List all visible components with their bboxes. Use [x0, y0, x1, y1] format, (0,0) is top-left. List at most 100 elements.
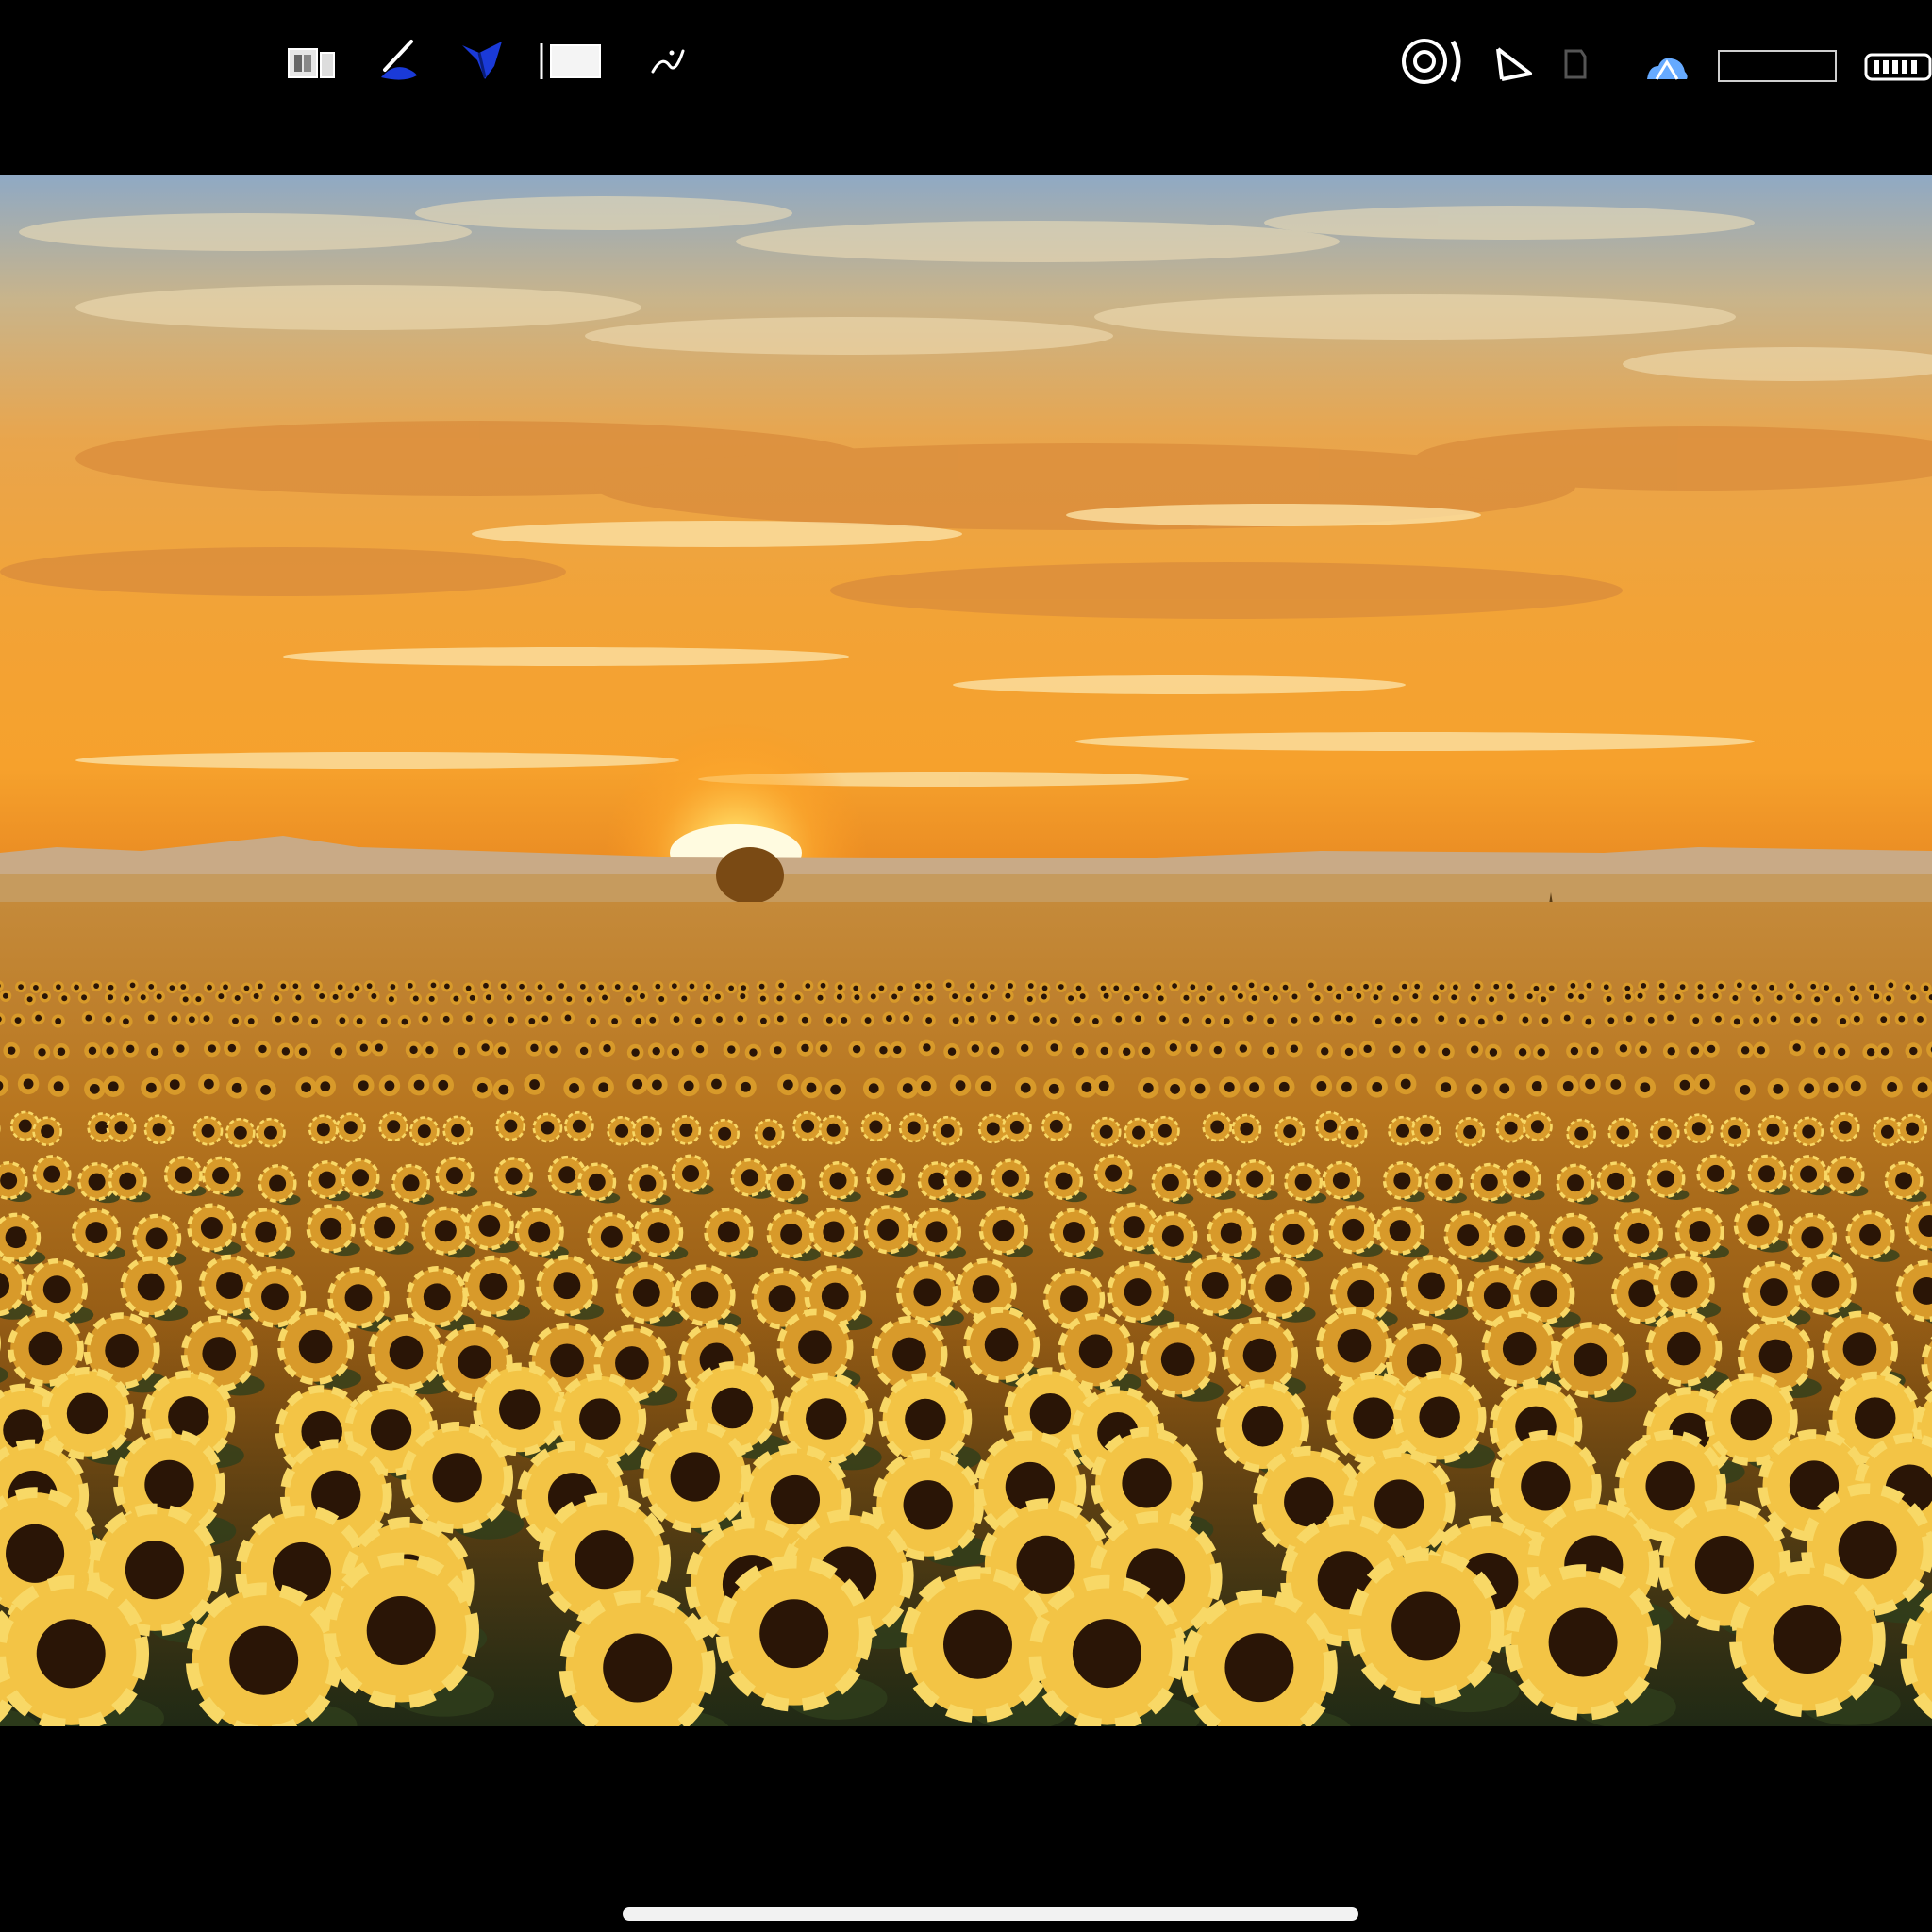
sunflower	[1821, 981, 1833, 993]
sunflower	[1002, 1112, 1032, 1142]
sunflower	[1372, 1014, 1386, 1028]
sunflower	[848, 1041, 865, 1058]
sunflower	[860, 1013, 875, 1027]
photo-viewer[interactable]	[0, 175, 1932, 1726]
sunflower	[334, 981, 346, 993]
sunflower	[709, 1118, 740, 1149]
sunflower	[254, 1041, 272, 1058]
sunflower	[837, 1013, 851, 1027]
cursor-icon[interactable]	[1494, 45, 1536, 83]
sunflower	[1456, 1013, 1470, 1027]
sunflower	[450, 992, 462, 1005]
sunflower	[1016, 1040, 1034, 1057]
sunflower	[1286, 1040, 1303, 1058]
status-box-icon[interactable]	[1717, 49, 1838, 83]
sunflower	[691, 1013, 706, 1028]
sunflower	[1150, 1115, 1180, 1146]
sunflower	[1846, 982, 1858, 994]
sunflower	[677, 1074, 700, 1097]
camera-icon[interactable]	[1400, 36, 1466, 87]
sunflower	[1792, 991, 1805, 1004]
sunflower	[0, 990, 12, 1002]
sunflower	[706, 1073, 727, 1095]
sunflower	[15, 981, 27, 993]
sunflower	[405, 1041, 423, 1058]
sunflower	[198, 1073, 220, 1095]
sunflower	[153, 991, 165, 1003]
sunflower	[1155, 992, 1167, 1005]
sunflower	[1055, 980, 1067, 992]
sunflower	[39, 990, 52, 1003]
sunflower	[1523, 1111, 1553, 1142]
sunflower	[442, 1115, 474, 1146]
sunflower	[1178, 1013, 1192, 1027]
brush-icon[interactable]	[460, 40, 506, 81]
sunflower	[924, 980, 936, 992]
sunflower	[1694, 981, 1707, 993]
sunflower	[1046, 1013, 1060, 1027]
sunflower	[800, 1076, 823, 1099]
sunflower	[1905, 1042, 1923, 1059]
sunflower	[974, 1075, 997, 1097]
sunflower	[792, 1110, 823, 1141]
sunflower	[1604, 1013, 1618, 1027]
sunflower	[563, 1110, 594, 1141]
home-indicator[interactable]	[623, 1907, 1358, 1921]
sunflower	[924, 991, 937, 1005]
sunflower	[1495, 1112, 1526, 1143]
sunflower	[310, 980, 323, 992]
sunflower	[595, 981, 608, 993]
sunflower	[592, 1076, 614, 1098]
sunflower	[1366, 1076, 1388, 1098]
sunflower	[1111, 1012, 1125, 1026]
sunflower	[1566, 1042, 1583, 1059]
sunflower	[1766, 1011, 1781, 1026]
sunflower	[126, 979, 139, 991]
sunflower	[623, 993, 635, 1006]
sunflower	[1662, 1042, 1680, 1060]
sunflower	[1766, 981, 1778, 993]
cloud-icon[interactable]	[1645, 55, 1689, 81]
sunflower	[1774, 991, 1786, 1004]
sunflower	[1581, 1014, 1596, 1029]
sunflower	[1674, 1074, 1696, 1096]
sunflower	[1615, 1040, 1632, 1058]
frame-icon[interactable]	[540, 42, 604, 81]
sunflower	[71, 981, 83, 993]
gallery-icon[interactable]	[287, 45, 338, 81]
sunflower	[1165, 1039, 1182, 1057]
sunflower	[1913, 1012, 1927, 1026]
sunflower	[1121, 991, 1134, 1005]
sunflower	[1472, 980, 1484, 992]
sunflower	[453, 1042, 470, 1059]
sunflower	[427, 979, 440, 991]
sunflower	[1600, 981, 1612, 993]
sunflower	[47, 1075, 70, 1097]
pen-icon[interactable]	[377, 38, 421, 83]
sunflower	[1216, 992, 1228, 1005]
sunflower	[1411, 980, 1424, 992]
sunflower	[978, 990, 991, 1003]
sunflower	[1130, 982, 1142, 994]
sunflower	[1829, 1112, 1860, 1142]
sunflower	[1634, 990, 1646, 1003]
sunflower	[256, 1117, 286, 1148]
sunflower	[179, 993, 192, 1006]
sunflower	[1089, 1014, 1103, 1028]
sunflower	[967, 1040, 984, 1058]
sunflower	[1656, 979, 1668, 991]
sunflower	[636, 990, 649, 1003]
sunflower	[1603, 992, 1615, 1006]
sunflower	[1644, 1013, 1658, 1027]
page-icon[interactable]	[1562, 49, 1589, 79]
sunflower	[645, 1013, 659, 1027]
sparkle-icon[interactable]	[649, 45, 687, 77]
sunflower	[942, 979, 955, 991]
sunflower	[1882, 992, 1895, 1005]
sunflower	[632, 1115, 662, 1146]
sunflower	[33, 1043, 51, 1061]
sunflower	[1024, 980, 1037, 992]
sunflower	[404, 979, 416, 991]
sunflower	[882, 1011, 896, 1025]
sunflower	[144, 1010, 158, 1025]
